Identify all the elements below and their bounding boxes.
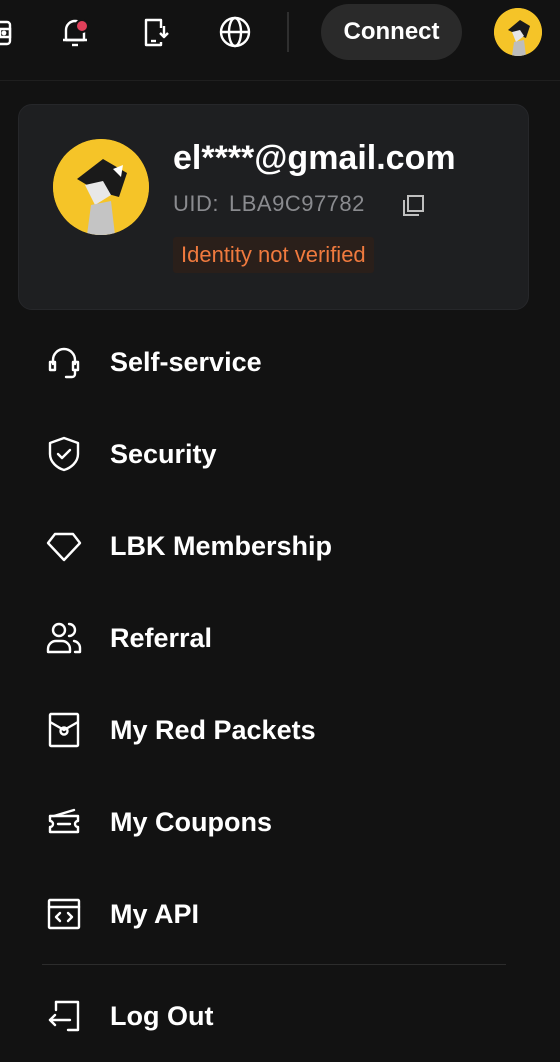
globe-icon[interactable]	[215, 12, 255, 52]
avatar[interactable]	[494, 8, 542, 56]
copy-icon[interactable]	[399, 191, 427, 219]
menu-item-api[interactable]: My API	[0, 868, 560, 960]
coupon-icon	[42, 800, 86, 844]
menu-item-security[interactable]: Security	[0, 408, 560, 500]
uid-label: UID:	[173, 191, 219, 216]
menu-item-referral[interactable]: Referral	[0, 592, 560, 684]
menu-label: Security	[110, 438, 217, 469]
menu-item-red-packets[interactable]: My Red Packets	[0, 684, 560, 776]
verification-status-badge[interactable]: Identity not verified	[173, 237, 374, 273]
logout-label: Log Out	[110, 1000, 214, 1031]
red-packet-icon	[42, 708, 86, 752]
users-icon	[42, 616, 86, 660]
user-email: el****@gmail.com	[173, 139, 456, 177]
menu-item-lbk-membership[interactable]: LBK Membership	[0, 500, 560, 592]
menu-label: My API	[110, 898, 200, 929]
menu-label: Referral	[110, 622, 213, 653]
notification-dot	[75, 19, 89, 33]
logout-icon	[42, 994, 86, 1038]
api-icon	[42, 892, 86, 936]
topbar-divider	[287, 12, 289, 52]
diamond-icon	[42, 524, 86, 568]
menu-label: My Red Packets	[110, 714, 316, 745]
connect-button[interactable]: Connect	[321, 4, 462, 60]
headset-icon	[42, 340, 86, 384]
user-uid: UID: LBA9C97782	[173, 191, 365, 217]
wallet-icon[interactable]	[0, 12, 18, 52]
shield-check-icon	[42, 432, 86, 476]
menu-label: My Coupons	[110, 806, 272, 837]
notification-bell-icon[interactable]	[55, 12, 95, 52]
uid-value: LBA9C97782	[229, 191, 365, 216]
top-bar: Connect	[0, 0, 560, 81]
menu-item-self-service[interactable]: Self-service	[0, 316, 560, 408]
profile-card: el****@gmail.com UID: LBA9C97782 Identity…	[18, 104, 529, 310]
profile-avatar	[53, 139, 149, 235]
download-app-icon[interactable]	[135, 12, 175, 52]
menu-item-coupons[interactable]: My Coupons	[0, 776, 560, 868]
menu-label: LBK Membership	[110, 530, 333, 561]
menu-divider	[42, 964, 506, 965]
menu-label: Self-service	[110, 346, 262, 377]
logout-button[interactable]: Log Out	[0, 970, 560, 1062]
